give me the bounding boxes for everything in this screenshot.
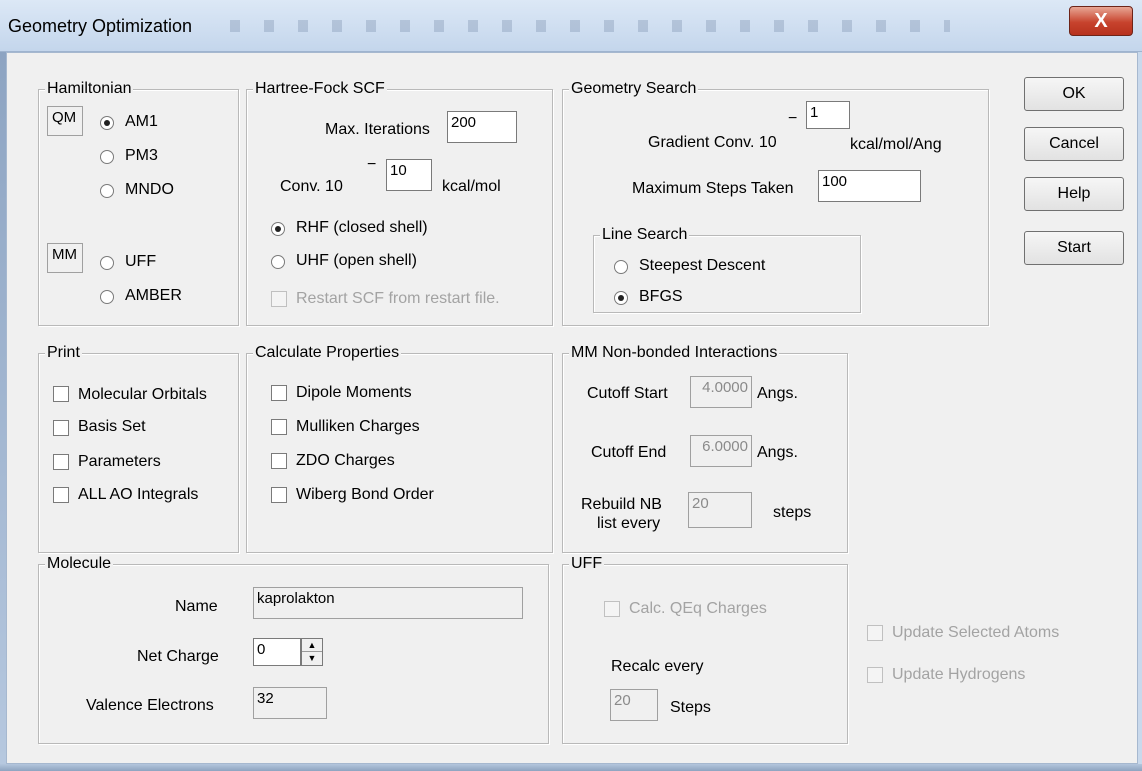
rebuild-nb-input[interactable]: 20	[688, 492, 752, 528]
cutoff-end-label: Cutoff End	[591, 444, 667, 461]
net-charge-input[interactable]: 0	[253, 638, 301, 666]
mulliken-charges-checkbox[interactable]	[271, 419, 287, 435]
net-charge-label: Net Charge	[137, 648, 219, 665]
zdo-charges-label[interactable]: ZDO Charges	[296, 451, 395, 471]
geometry-search-legend: Geometry Search	[569, 79, 699, 99]
rhf-label[interactable]: RHF (closed shell)	[296, 218, 428, 238]
mulliken-charges-label[interactable]: Mulliken Charges	[296, 417, 420, 437]
title-bar-background-decoration	[230, 20, 950, 32]
recalc-every-unit: Steps	[670, 699, 711, 716]
cutoff-start-label: Cutoff Start	[587, 385, 668, 402]
window-title: Geometry Optimization	[8, 16, 193, 36]
window-bottom-border	[0, 764, 1142, 771]
name-label: Name	[175, 598, 218, 615]
pm3-radio[interactable]	[100, 150, 114, 164]
amber-radio[interactable]	[100, 290, 114, 304]
rhf-radio[interactable]	[271, 222, 285, 236]
net-charge-spinner[interactable]: ▲ ▼	[301, 638, 323, 666]
molecular-orbitals-checkbox[interactable]	[53, 386, 69, 402]
conv-exponent-input[interactable]: 10	[386, 159, 432, 191]
spinner-up-icon[interactable]: ▲	[302, 639, 322, 652]
spinner-down-icon[interactable]: ▼	[302, 652, 322, 665]
calc-qeq-label: Calc. QEq Charges	[629, 600, 767, 617]
max-steps-input[interactable]: 100	[818, 170, 921, 202]
steepest-descent-radio[interactable]	[614, 260, 628, 274]
wiberg-bond-order-checkbox[interactable]	[271, 487, 287, 503]
hamiltonian-legend: Hamiltonian	[45, 79, 134, 99]
basis-set-label[interactable]: Basis Set	[78, 417, 146, 437]
rebuild-nb-unit: steps	[773, 504, 812, 521]
cutoff-end-unit: Angs.	[757, 444, 798, 461]
max-steps-label: Maximum Steps Taken	[632, 180, 794, 197]
mndo-radio[interactable]	[100, 184, 114, 198]
steepest-descent-label[interactable]: Steepest Descent	[639, 256, 765, 276]
mndo-label[interactable]: MNDO	[125, 180, 174, 200]
gradient-conv-label: Gradient Conv. 10	[648, 134, 777, 151]
parameters-checkbox[interactable]	[53, 454, 69, 470]
name-input[interactable]: kaprolakton	[253, 587, 523, 619]
molecule-legend: Molecule	[45, 554, 114, 574]
line-search-legend: Line Search	[600, 225, 690, 245]
bfgs-radio[interactable]	[614, 291, 628, 305]
max-iterations-input[interactable]: 200	[447, 111, 517, 143]
title-bar: Geometry Optimization X	[0, 0, 1142, 52]
pm3-label[interactable]: PM3	[125, 146, 158, 166]
dipole-moments-label[interactable]: Dipole Moments	[296, 383, 412, 403]
conv-label: Conv. 10	[280, 178, 343, 195]
conv-exponent-sign: −	[367, 156, 377, 173]
zdo-charges-checkbox[interactable]	[271, 453, 287, 469]
cancel-button[interactable]: Cancel	[1024, 127, 1124, 161]
parameters-label[interactable]: Parameters	[78, 452, 161, 472]
basis-set-checkbox[interactable]	[53, 420, 69, 436]
dipole-moments-checkbox[interactable]	[271, 385, 287, 401]
mm-label: MM	[47, 243, 83, 273]
calculate-properties-legend: Calculate Properties	[253, 343, 402, 363]
uff-label[interactable]: UFF	[125, 252, 156, 272]
scf-legend: Hartree-Fock SCF	[253, 79, 387, 99]
ok-button[interactable]: OK	[1024, 77, 1124, 111]
amber-label[interactable]: AMBER	[125, 286, 182, 306]
recalc-every-label: Recalc every	[611, 658, 704, 675]
am1-radio[interactable]	[100, 116, 114, 130]
restart-scf-label: Restart SCF from restart file.	[296, 290, 500, 307]
close-button[interactable]: X	[1069, 6, 1133, 36]
all-ao-integrals-label[interactable]: ALL AO Integrals	[78, 485, 198, 505]
restart-scf-checkbox[interactable]	[271, 291, 287, 307]
qm-label: QM	[47, 106, 83, 136]
bfgs-label[interactable]: BFGS	[639, 287, 683, 307]
recalc-every-input[interactable]: 20	[610, 689, 658, 721]
am1-label[interactable]: AM1	[125, 112, 158, 132]
max-iterations-label: Max. Iterations	[325, 121, 430, 138]
valence-electrons-input: 32	[253, 687, 327, 719]
molecular-orbitals-label[interactable]: Molecular Orbitals	[78, 385, 207, 405]
gradient-exponent-input[interactable]: 1	[806, 101, 850, 129]
all-ao-integrals-checkbox[interactable]	[53, 487, 69, 503]
rebuild-nb-label-line2: list every	[597, 515, 661, 532]
update-selected-atoms-checkbox[interactable]	[867, 625, 883, 641]
conv-unit: kcal/mol	[442, 178, 501, 195]
gradient-exponent-sign: −	[788, 110, 798, 127]
start-button[interactable]: Start	[1024, 231, 1124, 265]
uff-radio[interactable]	[100, 256, 114, 270]
print-legend: Print	[45, 343, 82, 363]
help-button[interactable]: Help	[1024, 177, 1124, 211]
mm-nonbonded-legend: MM Non-bonded Interactions	[569, 343, 780, 363]
gradient-unit: kcal/mol/Ang	[850, 136, 942, 153]
uhf-label[interactable]: UHF (open shell)	[296, 251, 417, 271]
cutoff-start-unit: Angs.	[757, 385, 798, 402]
cutoff-end-input[interactable]: 6.0000	[690, 435, 752, 467]
dialog-client-area: Hamiltonian QM MM AM1 PM3 MNDO UFF AMBER…	[6, 52, 1138, 764]
valence-electrons-label: Valence Electrons	[86, 697, 214, 714]
calc-qeq-checkbox[interactable]	[604, 601, 620, 617]
update-hydrogens-checkbox[interactable]	[867, 667, 883, 683]
update-hydrogens-label: Update Hydrogens	[892, 666, 1026, 683]
uhf-radio[interactable]	[271, 255, 285, 269]
wiberg-bond-order-label[interactable]: Wiberg Bond Order	[296, 485, 434, 505]
uff-legend: UFF	[569, 554, 605, 574]
update-selected-atoms-label: Update Selected Atoms	[892, 624, 1060, 641]
rebuild-nb-label-line1: Rebuild NB	[581, 496, 662, 513]
cutoff-start-input[interactable]: 4.0000	[690, 376, 752, 408]
